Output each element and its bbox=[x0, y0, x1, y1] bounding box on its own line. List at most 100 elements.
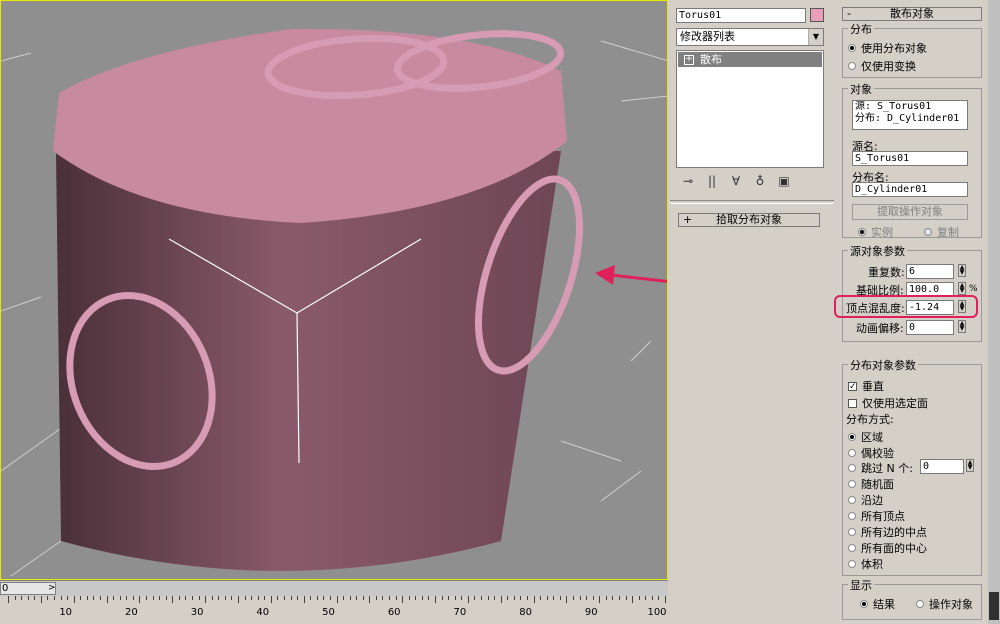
operand-source[interactable]: 源: S_Torus01 bbox=[855, 101, 965, 113]
ruler-tick bbox=[599, 596, 601, 603]
ruler-tick bbox=[290, 596, 292, 600]
rollout-title: 散布对象 bbox=[890, 7, 934, 20]
make-unique-icon[interactable]: ∀ bbox=[724, 174, 748, 188]
radio-skip-n[interactable]: 跳过 N 个: bbox=[848, 460, 913, 476]
ruler-label: 10 bbox=[59, 607, 73, 618]
radio-label: 所有顶点 bbox=[861, 510, 905, 523]
ruler-tick bbox=[14, 596, 16, 600]
ruler-tick bbox=[527, 596, 529, 600]
modifier-stack[interactable]: + 散布 bbox=[676, 50, 824, 168]
radio-instance[interactable]: 实例 bbox=[858, 224, 893, 240]
configure-sets-icon[interactable]: ▣ bbox=[772, 174, 796, 188]
radio-dot bbox=[848, 496, 856, 504]
radio-copy[interactable]: 复制 bbox=[924, 224, 959, 240]
ruler-tick bbox=[119, 596, 121, 600]
scatter-objects-rollout[interactable]: - 散布对象 bbox=[842, 7, 982, 21]
source-name-field[interactable]: S_Torus01 bbox=[852, 151, 968, 166]
skip-n-field[interactable]: 0 bbox=[920, 459, 964, 474]
ruler-tick bbox=[494, 596, 496, 600]
ruler-tick bbox=[343, 596, 345, 600]
radio-all-vertices[interactable]: 所有顶点 bbox=[848, 508, 905, 524]
ruler-tick bbox=[605, 596, 607, 600]
radio-volume[interactable]: 体积 bbox=[848, 556, 883, 572]
expand-plus-icon[interactable]: + bbox=[684, 54, 694, 65]
ruler-tick bbox=[336, 596, 338, 603]
slider-next-arrow-icon[interactable]: > bbox=[48, 583, 56, 594]
ruler-tick bbox=[513, 596, 515, 600]
stack-toolbar: ⊸ || ∀ ♁ ▣ bbox=[676, 174, 796, 188]
operands-list[interactable]: 源: S_Torus01 分布: D_Cylinder01 bbox=[852, 100, 968, 130]
show-end-result-icon[interactable]: || bbox=[700, 174, 724, 188]
radio-label: 沿边 bbox=[861, 494, 883, 507]
pick-distribution-rollout[interactable]: + 拾取分布对象 bbox=[678, 213, 820, 227]
radio-along-edges[interactable]: 沿边 bbox=[848, 492, 883, 508]
rollout-title: 拾取分布对象 bbox=[716, 213, 782, 226]
frame-ruler[interactable]: 10 20 30 40 50 60 70 80 90 100 bbox=[0, 596, 668, 624]
ruler-label: 90 bbox=[584, 607, 598, 618]
object-color-swatch[interactable] bbox=[810, 8, 824, 22]
ruler-tick bbox=[546, 596, 548, 600]
ruler-tick bbox=[540, 596, 542, 600]
dist-name-field[interactable]: D_Cylinder01 bbox=[852, 182, 968, 197]
radio-all-edge-midpoints[interactable]: 所有边的中点 bbox=[848, 524, 927, 540]
extract-operand-button[interactable]: 提取操作对象 bbox=[852, 204, 968, 220]
radio-label: 仅使用变换 bbox=[861, 60, 916, 73]
ruler-tick bbox=[658, 596, 660, 600]
viewport-perspective[interactable] bbox=[0, 0, 668, 580]
ruler-tick bbox=[579, 596, 581, 600]
ruler-tick bbox=[159, 596, 161, 600]
radio-random-faces[interactable]: 随机面 bbox=[848, 476, 894, 492]
anim-offset-spinner[interactable]: ▲ ▼ bbox=[958, 320, 966, 333]
radio-label: 操作对象 bbox=[929, 598, 973, 611]
radio-dot bbox=[848, 560, 856, 568]
checkbox-perpendicular[interactable]: ✓ 垂直 bbox=[848, 378, 884, 394]
annotation-arrow bbox=[595, 265, 667, 285]
radio-dot bbox=[848, 449, 856, 457]
time-slider[interactable]: 0 > bbox=[0, 582, 56, 595]
radio-area[interactable]: 区域 bbox=[848, 429, 883, 445]
remove-modifier-icon[interactable]: ♁ bbox=[748, 174, 772, 188]
radio-all-face-centers[interactable]: 所有面的中心 bbox=[848, 540, 927, 556]
ruler-tick bbox=[99, 596, 101, 600]
radio-dot bbox=[848, 62, 856, 70]
ruler-tick bbox=[231, 596, 233, 600]
ruler-tick bbox=[21, 596, 23, 600]
ruler-tick bbox=[270, 596, 272, 603]
ruler-tick bbox=[402, 596, 404, 603]
duplicates-spinner[interactable]: ▲ ▼ bbox=[958, 264, 966, 277]
radio-dot bbox=[924, 228, 932, 236]
ruler-tick bbox=[500, 596, 502, 603]
time-slider-bar[interactable]: 0 > bbox=[0, 580, 668, 596]
ruler-tick bbox=[408, 596, 410, 600]
duplicates-field[interactable]: 6 bbox=[906, 264, 954, 279]
radio-even[interactable]: 偶校验 bbox=[848, 445, 894, 461]
group-title: 分布对象参数 bbox=[848, 357, 918, 373]
operand-distribution[interactable]: 分布: D_Cylinder01 bbox=[855, 113, 965, 125]
checkbox-use-selected-faces[interactable]: 仅使用选定面 bbox=[848, 395, 928, 411]
radio-operands[interactable]: 操作对象 bbox=[916, 596, 973, 612]
command-panel-scrollbar[interactable] bbox=[988, 0, 1000, 624]
skip-n-spinner[interactable]: ▲ ▼ bbox=[966, 459, 974, 472]
base-scale-spinner[interactable]: ▲ ▼ bbox=[958, 282, 966, 295]
object-name-field[interactable]: Torus01 bbox=[676, 8, 806, 23]
modifier-list-dropdown[interactable]: 修改器列表 ▼ bbox=[676, 28, 824, 46]
pin-stack-icon[interactable]: ⊸ bbox=[676, 174, 700, 188]
radio-result[interactable]: 结果 bbox=[860, 596, 895, 612]
anim-offset-field[interactable]: 0 bbox=[906, 320, 954, 335]
stack-item-scatter[interactable]: + 散布 bbox=[678, 52, 822, 67]
radio-use-distribution-object[interactable]: 使用分布对象 bbox=[848, 40, 927, 56]
ruler-tick bbox=[27, 596, 29, 600]
minus-icon: - bbox=[847, 7, 851, 20]
ruler-tick bbox=[106, 596, 108, 603]
ruler-tick bbox=[619, 596, 620, 600]
radio-label: 实例 bbox=[871, 226, 893, 239]
ruler-tick bbox=[205, 596, 207, 603]
ruler-tick bbox=[533, 596, 535, 603]
ruler-tick bbox=[369, 596, 371, 603]
radio-dot bbox=[848, 44, 856, 52]
ruler-label: 70 bbox=[453, 607, 467, 618]
radio-use-transform-only[interactable]: 仅使用变换 bbox=[848, 58, 916, 74]
scrollbar-thumb[interactable] bbox=[989, 592, 999, 620]
ruler-tick bbox=[612, 596, 614, 600]
ruler-tick bbox=[152, 596, 154, 600]
